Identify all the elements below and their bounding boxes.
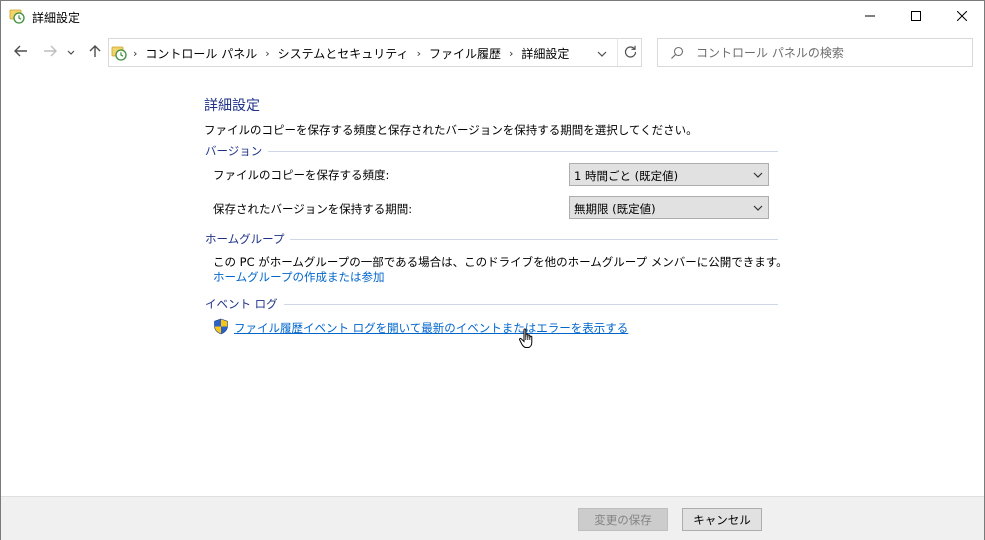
forward-arrow-icon	[43, 45, 57, 60]
eventlog-section-header: イベント ログ	[205, 296, 778, 312]
retention-selected-value: 無期限 (既定値)	[574, 202, 656, 216]
search-icon	[670, 46, 684, 60]
file-history-icon	[111, 45, 127, 61]
homegroup-section-header: ホームグループ	[205, 231, 778, 247]
versions-section-header: バージョン	[205, 143, 778, 159]
title-bar: 詳細設定	[1, 1, 984, 32]
back-arrow-icon	[14, 45, 28, 60]
chevron-down-icon	[752, 202, 764, 214]
uac-shield-icon	[213, 318, 229, 335]
frequency-label: ファイルのコピーを保存する頻度:	[213, 168, 390, 182]
breadcrumb: › コントロール パネル › システムとセキュリティ › ファイル履歴 › 詳細…	[133, 45, 569, 62]
recent-locations-button[interactable]	[64, 42, 78, 62]
navigation-bar: › コントロール パネル › システムとセキュリティ › ファイル履歴 › 詳細…	[1, 35, 984, 69]
breadcrumb-file-history[interactable]: ファイル履歴	[429, 45, 501, 62]
search-box[interactable]	[657, 38, 973, 67]
eventlog-open-link[interactable]: ファイル履歴イベント ログを開いて最新のイベントまたはエラーを表示する	[234, 320, 628, 336]
breadcrumb-separator[interactable]: ›	[133, 47, 137, 60]
frequency-selected-value: 1 時間ごと (既定値)	[574, 169, 679, 183]
section-divider	[290, 239, 778, 240]
versions-header-label: バージョン	[205, 144, 263, 158]
refresh-icon	[624, 45, 637, 61]
address-bar[interactable]: › コントロール パネル › システムとセキュリティ › ファイル履歴 › 詳細…	[108, 38, 642, 67]
window: 詳細設定 › コントロール パネル › システムとセキュリティ › ファイル履歴…	[0, 0, 985, 540]
minimize-icon	[865, 10, 875, 24]
breadcrumb-advanced-settings[interactable]: 詳細設定	[521, 45, 569, 62]
search-input[interactable]	[696, 44, 966, 62]
homegroup-description: この PC がホームグループの一部である場合は、このドライブを他のホームグループ…	[213, 255, 788, 269]
homegroup-create-join-link[interactable]: ホームグループの作成または参加	[213, 269, 384, 285]
recent-dropdown-icon	[67, 45, 75, 59]
up-button[interactable]	[85, 42, 105, 62]
section-divider	[283, 304, 778, 305]
back-button[interactable]	[11, 42, 31, 62]
maximize-icon	[911, 10, 921, 24]
footer-bar: 変更の保存 キャンセル	[1, 496, 984, 540]
section-divider	[268, 151, 778, 152]
save-changes-button[interactable]: 変更の保存	[578, 508, 668, 531]
breadcrumb-separator[interactable]: ›	[509, 47, 513, 60]
up-arrow-icon	[89, 44, 101, 61]
frequency-select[interactable]: 1 時間ごと (既定値)	[569, 163, 769, 186]
address-dropdown-button[interactable]	[592, 43, 612, 63]
eventlog-header-label: イベント ログ	[205, 297, 278, 311]
breadcrumb-separator[interactable]: ›	[417, 47, 421, 60]
retention-select[interactable]: 無期限 (既定値)	[569, 196, 769, 219]
chevron-down-icon	[752, 169, 764, 181]
minimize-button[interactable]	[847, 1, 893, 32]
maximize-button[interactable]	[893, 1, 939, 32]
breadcrumb-control-panel[interactable]: コントロール パネル	[145, 45, 257, 62]
close-icon	[956, 10, 968, 24]
chevron-down-icon	[597, 46, 607, 60]
retention-label: 保存されたバージョンを保持する期間:	[213, 202, 413, 216]
window-title: 詳細設定	[32, 11, 81, 25]
homegroup-header-label: ホームグループ	[205, 232, 285, 246]
breadcrumb-separator[interactable]: ›	[265, 47, 269, 60]
hand-cursor-icon	[518, 328, 536, 350]
main-content: 詳細設定 ファイルのコピーを保存する頻度と保存されたバージョンを保持する期間を選…	[1, 69, 984, 496]
page-title: 詳細設定	[204, 98, 260, 114]
page-description: ファイルのコピーを保存する頻度と保存されたバージョンを保持する期間を選択してくだ…	[204, 123, 698, 137]
breadcrumb-system-security[interactable]: システムとセキュリティ	[278, 45, 409, 62]
close-button[interactable]	[939, 1, 985, 32]
file-history-icon	[9, 8, 25, 24]
cancel-button[interactable]: キャンセル	[682, 508, 762, 531]
forward-button[interactable]	[40, 42, 60, 62]
refresh-button[interactable]	[617, 39, 642, 66]
